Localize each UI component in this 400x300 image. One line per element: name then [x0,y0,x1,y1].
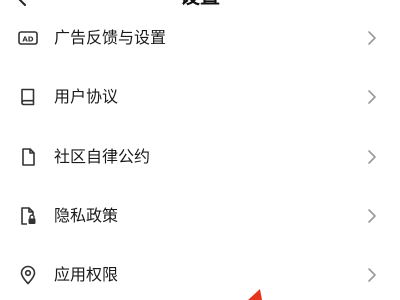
red-arrow-annotation-icon [248,289,262,300]
menu-item-user-agreement[interactable]: 用户协议 [0,68,400,126]
chevron-right-icon [368,31,376,45]
menu-item-privacy-policy[interactable]: 隐私政策 [0,187,400,245]
ad-icon: AD [18,31,38,45]
page-title: 设置 [0,0,400,8]
chevron-right-icon [368,150,376,164]
menu-item-label: 隐私政策 [54,206,119,225]
chevron-right-icon [368,209,376,223]
ad-badge-text: AD [22,36,33,44]
menu-item-label: 用户协议 [54,87,119,106]
chevron-right-icon [368,90,376,104]
settings-page: 设置 AD 广告反馈与设置 用户协议 社区自律公约 [0,0,400,300]
book-icon [21,88,35,106]
lock-document-icon [21,207,36,225]
location-pin-icon [20,265,36,285]
document-icon [22,148,35,166]
menu-item-ad-settings[interactable]: AD 广告反馈与设置 [0,9,400,67]
menu-item-app-permissions[interactable]: 应用权限 [0,246,400,300]
chevron-right-icon [368,268,376,282]
menu-item-community-guidelines[interactable]: 社区自律公约 [0,128,400,186]
menu-item-label: 应用权限 [54,265,119,284]
menu-item-label: 广告反馈与设置 [54,28,167,47]
menu-item-label: 社区自律公约 [54,147,151,166]
